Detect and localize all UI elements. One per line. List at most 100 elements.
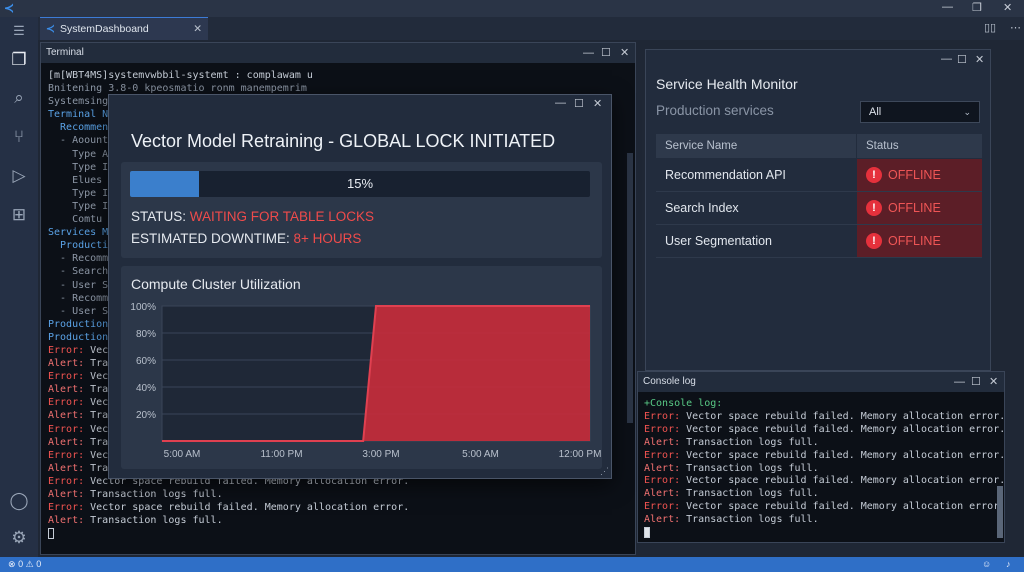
vscode-file-icon: ≺ [46,23,55,35]
source-control-icon[interactable]: ⑂ [9,127,29,147]
log-level: Error: [644,475,681,487]
terminal-close-icon[interactable]: ✕ [620,43,629,63]
y-tick-label: 40% [136,383,156,394]
log-level: Alert: [48,384,85,396]
status-badge: ! OFFLINE [857,225,982,257]
settings-gear-icon[interactable]: ⚙ [9,528,29,548]
status-bar: ⊗ 0 ⚠ 0 ☺ ♪ [0,557,1024,572]
terminal-maximize-icon[interactable]: ☐ [601,43,611,63]
menu-icon[interactable]: ☰ [9,21,29,41]
dialog-maximize-icon[interactable]: ☐ [574,97,584,110]
log-level: Error: [48,502,85,514]
log-level: Alert: [48,515,85,527]
error-count-value: 0 [18,559,24,569]
table-row[interactable]: Recommendation API! OFFLINE [656,159,982,192]
tab-system-dashboard[interactable]: ≺ SystemDashboand ✕ [40,17,208,40]
alert-icon: ! [866,167,882,183]
console-scrollbar[interactable] [997,486,1003,538]
console-line: Alert: Transaction logs full. [644,488,1004,501]
account-icon[interactable]: ◯ [9,491,29,511]
status-value: WAITING FOR TABLE LOCKS [189,209,375,224]
log-level: Alert: [48,358,85,370]
app-window: ≺ — ❐ ✕ ☰ ❐ ⌕ ⑂ ▷ ⊞ ◯ ⚙ ≺ SystemDashboan… [0,0,1024,572]
log-message: Vector space rebuild failed. Memory allo… [680,501,1004,513]
service-name: Recommendation API [665,168,786,182]
table-row[interactable]: User Segmentation! OFFLINE [656,225,982,258]
y-tick-label: 20% [136,410,156,421]
error-count[interactable]: ⊗ 0 ⚠ 0 [8,557,41,572]
error-icon: ⊗ [8,559,16,569]
health-maximize-icon[interactable]: ☐ [957,53,967,66]
x-tick-label: 5:00 AM [462,449,499,460]
downtime-label: ESTIMATED DOWNTIME: [131,231,294,246]
vscode-logo-icon: ≺ [4,1,15,15]
chart-card: Compute Cluster Utilization 100% 80% 60% 40… [121,266,602,469]
resize-grip-icon[interactable]: ⋰ [600,466,609,477]
health-close-icon[interactable]: ✕ [975,53,984,66]
dialog-close-icon[interactable]: ✕ [593,97,602,110]
log-level: Alert: [644,488,681,500]
explorer-icon[interactable]: ❐ [9,50,29,70]
log-level: Error: [644,410,681,422]
tab-title: SystemDashboand [60,23,149,35]
log-message: Vector space rebuild failed. Memory allo… [680,410,1004,422]
x-tick-label: 5:00 AM [164,449,201,460]
status-text: OFFLINE [888,201,941,215]
chevron-down-icon: ⌄ [963,107,971,117]
console-maximize-icon[interactable]: ☐ [971,372,981,392]
log-level: Error: [48,423,85,435]
dialog-minimize-icon[interactable]: — [555,97,566,109]
warning-count-value: 0 [36,559,42,569]
cursor-icon [644,527,650,539]
close-tab-icon[interactable]: ✕ [193,18,202,40]
x-tick-label: 3:00 PM [362,449,399,460]
console-output[interactable]: +Console log: Error: Vector space rebuild… [638,392,1004,542]
terminal-header: Terminal — ☐ ✕ [41,43,635,63]
log-level: Alert: [644,436,681,448]
terminal-prompt[interactable] [48,527,635,540]
alert-icon: ! [866,233,882,249]
more-actions-icon[interactable]: ⋯ [1010,21,1021,34]
editor-tab-strip: ≺ SystemDashboand ✕ ▯▯ ⋯ [38,17,1024,40]
search-icon[interactable]: ⌕ [9,88,29,108]
run-debug-icon[interactable]: ▷ [9,166,29,186]
console-prompt[interactable] [644,527,1004,540]
log-message: Transaction logs full. [680,488,819,500]
log-level: Alert: [644,462,681,474]
log-level: Alert: [48,489,85,500]
y-tick-label: 80% [136,329,156,340]
minimize-icon[interactable]: — [942,1,953,13]
maximize-icon[interactable]: ❐ [972,1,982,14]
notifications-bell-icon[interactable]: ♪ [1006,557,1011,572]
log-level: Error: [48,371,85,383]
service-filter-select[interactable]: All ⌄ [860,101,980,123]
table-row[interactable]: Search Index! OFFLINE [656,192,982,225]
status-badge: ! OFFLINE [857,192,982,224]
terminal-scrollbar[interactable] [627,153,633,423]
console-minimize-icon[interactable]: — [954,372,965,392]
column-header-service-name[interactable]: Service Name [656,134,856,158]
extensions-icon[interactable]: ⊞ [9,205,29,225]
console-title: Console log [643,376,696,387]
log-level: Alert: [48,462,85,474]
log-level: Error: [48,397,85,409]
status-badge: ! OFFLINE [857,159,982,191]
status-line: STATUS: WAITING FOR TABLE LOCKS [131,209,374,224]
console-line: Error: Vector space rebuild failed. Memo… [644,450,1004,463]
terminal-minimize-icon[interactable]: — [583,43,594,63]
split-editor-icon[interactable]: ▯▯ [984,21,996,34]
console-close-icon[interactable]: ✕ [989,372,998,392]
console-line: Error: Vector space rebuild failed. Memo… [644,411,1004,424]
status-text: OFFLINE [888,168,941,182]
terminal-line: [m[WBT4MS]systemvwbbil-systemt : complaw… [48,70,313,81]
activity-bar: ☰ ❐ ⌕ ⑂ ▷ ⊞ ◯ ⚙ [0,17,38,557]
console-heading: +Console log: [644,398,723,409]
health-minimize-icon[interactable]: — [941,53,952,65]
feedback-icon[interactable]: ☺ [982,557,991,572]
column-header-status[interactable]: Status [857,134,982,158]
terminal-log-line: Error: Vector space rebuild failed. Memo… [48,501,635,514]
y-tick-label: 100% [130,302,156,313]
log-level: Error: [48,344,85,356]
close-window-icon[interactable]: ✕ [1003,1,1012,14]
log-level: Alert: [644,514,681,526]
